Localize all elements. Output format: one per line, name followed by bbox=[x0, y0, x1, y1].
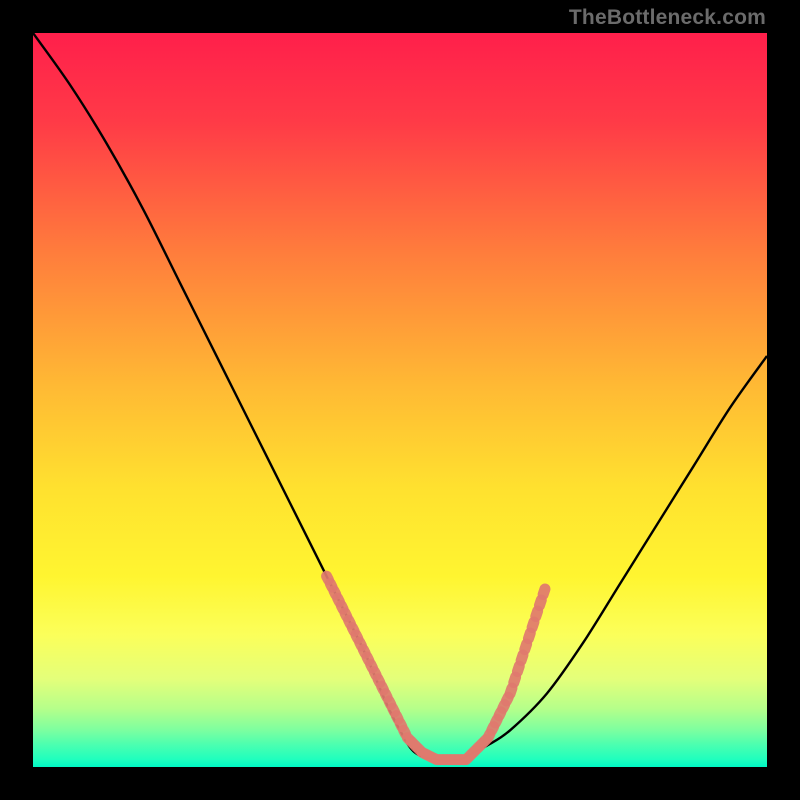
highlight-dots-left bbox=[327, 576, 465, 760]
bottleneck-curve bbox=[33, 33, 767, 761]
chart-frame: TheBottleneck.com bbox=[0, 0, 800, 800]
curve-layer bbox=[33, 33, 767, 767]
watermark-text: TheBottleneck.com bbox=[569, 6, 766, 30]
plot-area bbox=[33, 33, 767, 767]
